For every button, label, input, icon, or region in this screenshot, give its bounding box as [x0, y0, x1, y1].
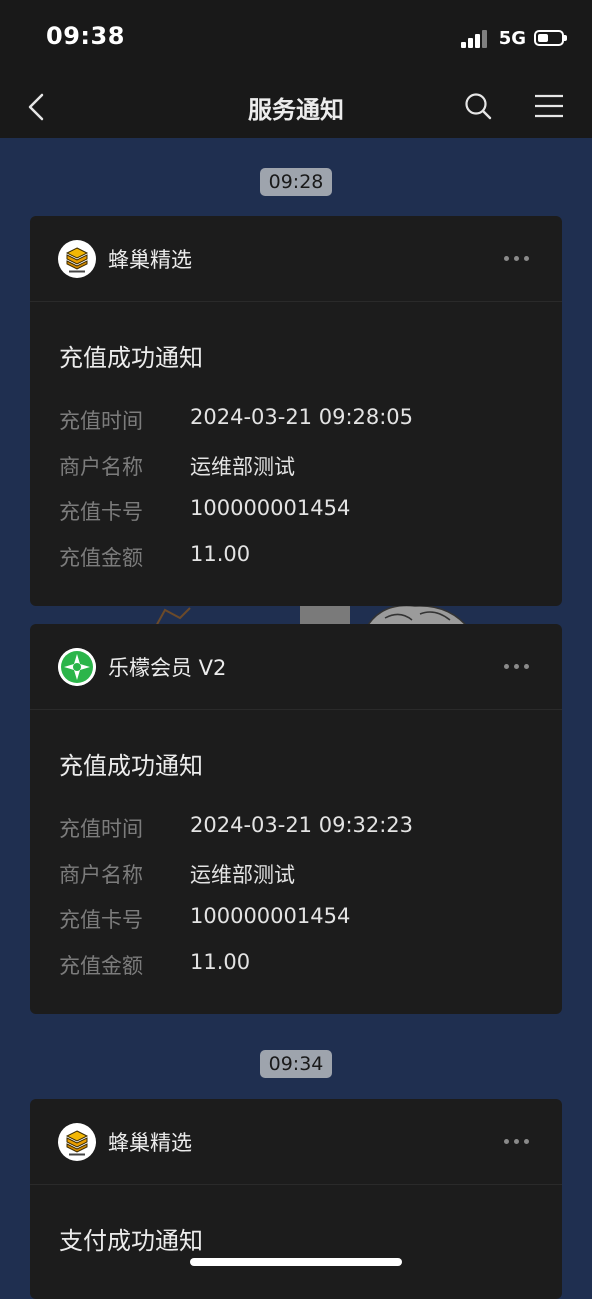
more-dot-icon [523, 255, 529, 261]
card-header[interactable]: 乐檬会员 V2 [30, 624, 562, 710]
row-label: 商户名称 [59, 863, 143, 887]
info-row: 充值卡号 100000001454 [59, 496, 350, 526]
status-time: 09:38 [46, 22, 125, 50]
notification-card[interactable]: 乐檬会员 V2 充值成功通知 充值时间 2024-03-21 09:32:23 … [30, 624, 562, 1014]
lemon-logo-icon [58, 648, 96, 686]
time-divider-label: 09:34 [259, 1050, 333, 1078]
row-value: 100000001454 [190, 904, 351, 928]
more-options-button[interactable] [496, 654, 536, 678]
search-icon [465, 93, 492, 120]
row-value: 2024-03-21 09:32:23 [190, 813, 414, 837]
more-dot-icon [503, 663, 509, 669]
card-title: 充值成功通知 [59, 344, 203, 372]
sender-name: 蜂巢精选 [108, 1131, 192, 1155]
more-dot-icon [503, 1138, 509, 1144]
info-row: 充值时间 2024-03-21 09:28:05 [59, 405, 413, 435]
row-value: 运维部测试 [190, 455, 295, 479]
signal-icon [460, 28, 491, 48]
sender-name: 蜂巢精选 [108, 248, 192, 272]
sender-name: 乐檬会员 V2 [108, 656, 227, 680]
notification-card[interactable]: 蜂巢精选 充值成功通知 充值时间 2024-03-21 09:28:05 商户名… [30, 216, 562, 606]
row-value: 100000001454 [190, 496, 351, 520]
home-indicator[interactable] [190, 1258, 402, 1266]
row-value: 运维部测试 [190, 863, 295, 887]
info-row: 充值金额 11.00 [59, 542, 250, 572]
row-label: 充值时间 [59, 409, 143, 433]
status-bar: 09:38 5G [0, 0, 592, 76]
info-row: 充值时间 2024-03-21 09:32:23 [59, 813, 413, 843]
nav-bar: 服务通知 [0, 76, 592, 138]
battery-icon [534, 30, 567, 46]
card-title: 充值成功通知 [59, 752, 203, 780]
row-label: 充值时间 [59, 817, 143, 841]
more-dot-icon [513, 663, 519, 669]
more-options-button[interactable] [496, 246, 536, 270]
info-row: 充值卡号 100000001454 [59, 904, 350, 934]
hive-logo-icon [58, 240, 96, 278]
info-row: 商户名称 运维部测试 [59, 859, 295, 889]
more-dot-icon [523, 663, 529, 669]
more-dot-icon [503, 255, 509, 261]
more-dot-icon [513, 1138, 519, 1144]
row-label: 商户名称 [59, 455, 143, 479]
notification-card[interactable]: 蜂巢精选 支付成功通知 [30, 1099, 562, 1299]
more-dot-icon [523, 1138, 529, 1144]
row-label: 充值金额 [59, 546, 143, 570]
info-row: 充值金额 11.00 [59, 950, 250, 980]
row-label: 充值金额 [59, 954, 143, 978]
row-label: 充值卡号 [59, 500, 143, 524]
more-dot-icon [513, 255, 519, 261]
network-label: 5G [498, 27, 526, 49]
card-title: 支付成功通知 [59, 1227, 203, 1255]
time-divider: 09:28 [0, 168, 592, 196]
card-header[interactable]: 蜂巢精选 [30, 216, 562, 302]
row-label: 充值卡号 [59, 908, 143, 932]
menu-icon [535, 94, 563, 118]
row-value: 2024-03-21 09:28:05 [190, 405, 414, 429]
card-header[interactable]: 蜂巢精选 [30, 1099, 562, 1185]
search-button[interactable] [460, 88, 496, 124]
time-divider: 09:34 [0, 1050, 592, 1078]
status-indicators: 5G [460, 26, 567, 50]
info-row: 商户名称 运维部测试 [59, 451, 295, 481]
page-title: 服务通知 [248, 96, 344, 124]
menu-button[interactable] [530, 88, 568, 124]
hive-logo-icon [58, 1123, 96, 1161]
row-value: 11.00 [190, 542, 251, 566]
row-value: 11.00 [190, 950, 251, 974]
time-divider-label: 09:28 [259, 168, 333, 196]
more-options-button[interactable] [496, 1129, 536, 1153]
